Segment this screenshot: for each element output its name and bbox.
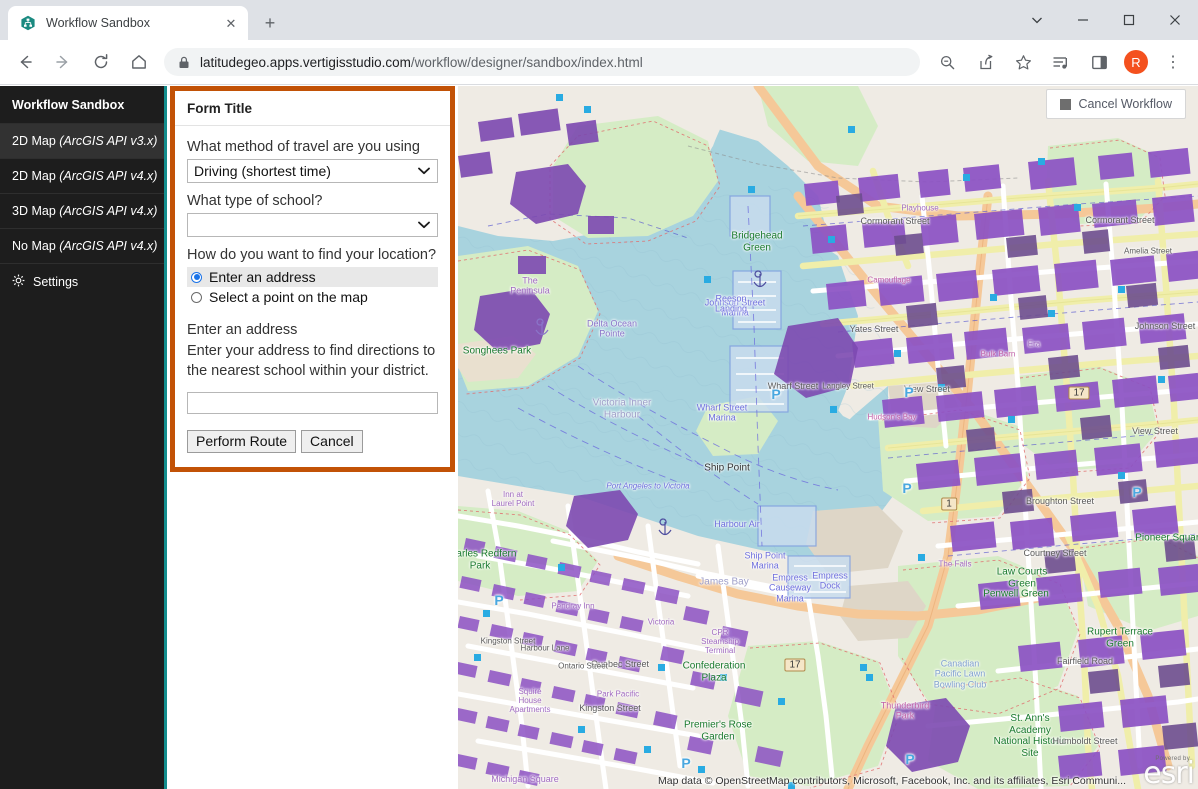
browser-tab[interactable]: Workflow Sandbox ✕: [8, 6, 248, 40]
location-method-label: How do you want to find your location?: [187, 246, 438, 264]
chevron-down-icon: [417, 221, 431, 229]
sidebar-item-label: No Map: [12, 239, 59, 253]
sidebar-item-settings[interactable]: Settings: [0, 263, 164, 300]
workflow-hexagon-icon: [20, 15, 36, 31]
close-icon[interactable]: ✕: [222, 14, 240, 32]
zoom-out-icon[interactable]: [932, 47, 962, 77]
side-panel-icon[interactable]: [1084, 47, 1114, 77]
travel-method-value: Driving (shortest time): [194, 163, 417, 179]
address-input[interactable]: [187, 392, 438, 414]
url-host: latitudegeo.apps.vertigisstudio.com: [200, 55, 411, 70]
chevron-down-icon: [417, 167, 431, 175]
travel-method-label: What method of travel are you using: [187, 138, 438, 156]
radio-button-icon: [191, 292, 202, 303]
app-page: Workflow Sandbox 2D Map (ArcGIS API v3.x…: [0, 86, 1198, 789]
address-section-title: Enter an address: [187, 321, 438, 341]
sidebar: Workflow Sandbox 2D Map (ArcGIS API v3.x…: [0, 86, 167, 789]
browser-toolbar: latitudegeo.apps.vertigisstudio.com/work…: [0, 40, 1198, 85]
cancel-button[interactable]: Cancel: [301, 430, 363, 453]
minimize-icon[interactable]: [1060, 0, 1106, 40]
school-type-select[interactable]: [187, 213, 438, 237]
sidebar-item-label-em: (ArcGIS API v4.x): [59, 239, 157, 253]
sidebar-item-label-em: (ArcGIS API v4.x): [59, 169, 157, 183]
reading-list-icon[interactable]: [1046, 47, 1076, 77]
tab-strip: Workflow Sandbox ✕ +: [0, 0, 1198, 40]
radio-button-icon: [191, 272, 202, 283]
sidebar-item-no-map-v4[interactable]: No Map (ArcGIS API v4.x): [0, 228, 164, 263]
map-canvas[interactable]: BridgeheadGreenJohnson StreetMarinaReeso…: [458, 86, 1198, 789]
travel-method-select[interactable]: Driving (shortest time): [187, 159, 438, 183]
sidebar-item-label-em: (ArcGIS API v4.x): [59, 204, 157, 218]
home-icon[interactable]: [124, 47, 154, 77]
stop-square-icon: [1060, 99, 1071, 110]
sidebar-item-label: 2D Map: [12, 134, 59, 148]
cancel-workflow-label: Cancel Workflow: [1078, 97, 1172, 111]
window-controls: [1014, 0, 1198, 40]
radio-select-point[interactable]: Select a point on the map: [187, 287, 438, 307]
back-icon[interactable]: [10, 47, 40, 77]
browser-menu-icon[interactable]: ⋮: [1158, 47, 1188, 77]
window-close-icon[interactable]: [1152, 0, 1198, 40]
sidebar-item-2d-map-v4[interactable]: 2D Map (ArcGIS API v4.x): [0, 158, 164, 193]
sidebar-item-2d-map-v3[interactable]: 2D Map (ArcGIS API v3.x): [0, 123, 164, 158]
star-icon[interactable]: [1008, 47, 1038, 77]
maximize-icon[interactable]: [1106, 0, 1152, 40]
form-body: What method of travel are you using Driv…: [175, 126, 450, 467]
reload-icon[interactable]: [86, 47, 116, 77]
sidebar-item-label: 3D Map: [12, 204, 59, 218]
address-bar[interactable]: latitudegeo.apps.vertigisstudio.com/work…: [164, 48, 920, 76]
tab-title: Workflow Sandbox: [46, 16, 222, 30]
form-title: Form Title: [175, 91, 450, 126]
share-icon[interactable]: [970, 47, 1000, 77]
sidebar-item-label: Settings: [33, 275, 78, 289]
browser-window: Workflow Sandbox ✕ +: [0, 0, 1198, 789]
sidebar-item-label: 2D Map: [12, 169, 59, 183]
map-tiles: [458, 86, 1198, 789]
sidebar-item-3d-map-v4[interactable]: 3D Map (ArcGIS API v4.x): [0, 193, 164, 228]
address-section-description: Enter your address to find directions to…: [187, 341, 438, 382]
radio-label: Select a point on the map: [209, 289, 368, 305]
toolbar-right-icons: R ⋮: [928, 47, 1192, 77]
new-tab-button[interactable]: +: [256, 9, 284, 37]
radio-enter-address[interactable]: Enter an address: [187, 267, 438, 287]
forward-icon[interactable]: [48, 47, 78, 77]
sidebar-title: Workflow Sandbox: [0, 86, 164, 123]
url-path: /workflow/designer/sandbox/index.html: [411, 55, 643, 70]
site-info-lock-icon[interactable]: [178, 56, 190, 69]
radio-label: Enter an address: [209, 269, 316, 285]
workflow-form-panel: Form Title What method of travel are you…: [170, 86, 455, 472]
address-section: Enter an address Enter your address to f…: [187, 321, 438, 413]
avatar[interactable]: R: [1124, 50, 1148, 74]
school-type-label: What type of school?: [187, 192, 438, 210]
esri-logo: esri: [1143, 759, 1194, 789]
perform-route-button[interactable]: Perform Route: [187, 430, 296, 453]
url-text: latitudegeo.apps.vertigisstudio.com/work…: [200, 55, 912, 70]
sidebar-item-label-em: (ArcGIS API v3.x): [59, 134, 157, 148]
form-actions: Perform Route Cancel: [187, 430, 438, 453]
gear-icon: [12, 274, 25, 290]
tab-search-icon[interactable]: [1014, 0, 1060, 40]
cancel-workflow-button[interactable]: Cancel Workflow: [1046, 89, 1186, 119]
